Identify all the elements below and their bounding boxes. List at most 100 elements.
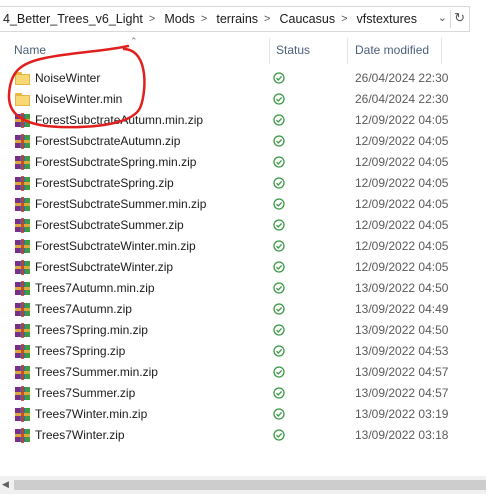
file-row[interactable]: ForestSubctrateSpring.min.zip 12/09/2022 … xyxy=(0,152,489,173)
file-name[interactable]: ForestSubctrateSummer.min.zip xyxy=(35,197,206,211)
synced-check-icon xyxy=(273,177,285,189)
file-row[interactable]: NoiseWinter 26/04/2024 22:30 xyxy=(0,68,489,89)
file-row[interactable]: ForestSubctrateSummer.min.zip 12/09/2022 … xyxy=(0,194,489,215)
zip-archive-icon xyxy=(15,134,31,149)
column-name[interactable]: Name xyxy=(14,43,46,57)
folder-icon xyxy=(15,71,31,86)
chevron-down-icon[interactable]: ⌄ xyxy=(438,11,447,24)
zip-archive-icon xyxy=(15,197,31,212)
file-row[interactable]: Trees7Spring.zip 13/09/2022 04:53 xyxy=(0,341,489,362)
synced-check-icon xyxy=(273,93,285,105)
file-name[interactable]: ForestSubctrateAutumn.min.zip xyxy=(35,113,203,127)
zip-archive-icon xyxy=(15,407,31,422)
synced-check-icon xyxy=(273,282,285,294)
file-name[interactable]: ForestSubctrateSpring.min.zip xyxy=(35,155,196,169)
file-name[interactable]: Trees7Winter.zip xyxy=(35,428,125,442)
date-modified: 12/09/2022 04:05 xyxy=(355,134,449,148)
synced-check-icon xyxy=(273,324,285,336)
column-status[interactable]: Status xyxy=(276,43,310,57)
file-name[interactable]: NoiseWinter.min xyxy=(35,92,122,106)
file-row[interactable]: Trees7Autumn.zip 13/09/2022 04:49 xyxy=(0,299,489,320)
breadcrumb-item[interactable]: vfstextures xyxy=(354,12,417,26)
zip-archive-icon xyxy=(15,281,31,296)
synced-check-icon xyxy=(273,303,285,315)
synced-check-icon xyxy=(273,72,285,84)
file-row[interactable]: ForestSubctrateWinter.zip 12/09/2022 04:0… xyxy=(0,257,489,278)
chevron-right-icon: > xyxy=(148,13,156,25)
file-name[interactable]: ForestSubctrateSummer.zip xyxy=(35,218,184,232)
zip-archive-icon xyxy=(15,155,31,170)
column-divider[interactable] xyxy=(347,38,348,64)
file-name[interactable]: Trees7Spring.min.zip xyxy=(35,323,148,337)
zip-archive-icon xyxy=(15,365,31,380)
zip-archive-icon xyxy=(15,302,31,317)
chevron-right-icon: > xyxy=(200,13,208,25)
file-row[interactable]: Trees7Summer.min.zip 13/09/2022 04:57 xyxy=(0,362,489,383)
zip-archive-icon xyxy=(15,428,31,443)
synced-check-icon xyxy=(273,387,285,399)
scrollbar-thumb[interactable] xyxy=(14,480,486,490)
synced-check-icon xyxy=(273,408,285,420)
synced-check-icon xyxy=(273,114,285,126)
column-date-modified[interactable]: Date modified xyxy=(355,43,429,57)
file-row[interactable]: ForestSubctrateSpring.zip 12/09/2022 04:0… xyxy=(0,173,489,194)
file-name[interactable]: ForestSubctrateWinter.zip xyxy=(35,260,173,274)
file-row[interactable]: ForestSubctrateSummer.zip 12/09/2022 04:0… xyxy=(0,215,489,236)
column-divider[interactable] xyxy=(269,38,270,64)
date-modified: 13/09/2022 04:50 xyxy=(355,281,449,295)
file-row[interactable]: ForestSubctrateAutumn.min.zip 12/09/2022 … xyxy=(0,110,489,131)
date-modified: 12/09/2022 04:05 xyxy=(355,113,449,127)
date-modified: 13/09/2022 04:49 xyxy=(355,302,449,316)
synced-check-icon xyxy=(273,345,285,357)
breadcrumb-item[interactable]: terrains xyxy=(213,12,258,26)
file-row[interactable]: NoiseWinter.min 26/04/2024 22:30 xyxy=(0,89,489,110)
file-name[interactable]: ForestSubctrateAutumn.zip xyxy=(35,134,180,148)
file-row[interactable]: Trees7Spring.min.zip 13/09/2022 04:50 xyxy=(0,320,489,341)
file-list: NoiseWinter 26/04/2024 22:30 NoiseWinter.m… xyxy=(0,68,489,446)
file-name[interactable]: ForestSubctrateSpring.zip xyxy=(35,176,174,190)
date-modified: 12/09/2022 04:05 xyxy=(355,197,449,211)
date-modified: 13/09/2022 04:50 xyxy=(355,323,449,337)
date-modified: 26/04/2024 22:30 xyxy=(355,71,449,85)
date-modified: 26/04/2024 22:30 xyxy=(355,92,449,106)
folder-icon xyxy=(15,92,31,107)
zip-archive-icon xyxy=(15,113,31,128)
file-name[interactable]: Trees7Spring.zip xyxy=(35,344,125,358)
file-name[interactable]: Trees7Winter.min.zip xyxy=(35,407,147,421)
breadcrumb-item[interactable]: Mods xyxy=(161,12,195,26)
date-modified: 13/09/2022 04:57 xyxy=(355,365,449,379)
scroll-left-icon[interactable]: ◀ xyxy=(2,479,9,490)
chevron-right-icon: > xyxy=(264,13,271,25)
file-row[interactable]: ForestSubctrateAutumn.zip 12/09/2022 04:0… xyxy=(0,131,489,152)
zip-archive-icon xyxy=(15,176,31,191)
file-name[interactable]: ForestSubctrateWinter.min.zip xyxy=(35,239,196,253)
zip-archive-icon xyxy=(15,344,31,359)
date-modified: 12/09/2022 04:05 xyxy=(355,260,449,274)
breadcrumb-item[interactable]: 4_Better_Trees_v6_Light xyxy=(0,12,143,26)
refresh-icon[interactable]: ↻ xyxy=(454,10,465,26)
file-name[interactable]: NoiseWinter xyxy=(35,71,100,85)
synced-check-icon xyxy=(273,366,285,378)
date-modified: 12/09/2022 04:05 xyxy=(355,155,449,169)
synced-check-icon xyxy=(273,429,285,441)
file-name[interactable]: Trees7Summer.min.zip xyxy=(35,365,158,379)
address-bar[interactable]: 4_Better_Trees_v6_Light > Mods > terrain… xyxy=(0,6,470,32)
synced-check-icon xyxy=(273,240,285,252)
synced-check-icon xyxy=(273,156,285,168)
chevron-right-icon: > xyxy=(341,13,348,25)
file-row[interactable]: Trees7Winter.zip 13/09/2022 03:18 xyxy=(0,425,489,446)
file-row[interactable]: Trees7Autumn.min.zip 13/09/2022 04:50 xyxy=(0,278,489,299)
zip-archive-icon xyxy=(15,218,31,233)
column-divider[interactable] xyxy=(441,38,442,64)
file-row[interactable]: Trees7Summer.zip 13/09/2022 04:57 xyxy=(0,383,489,404)
divider xyxy=(450,10,451,28)
file-name[interactable]: Trees7Autumn.zip xyxy=(35,302,132,316)
file-row[interactable]: Trees7Winter.min.zip 13/09/2022 03:19 xyxy=(0,404,489,425)
synced-check-icon xyxy=(273,198,285,210)
column-header: ⌃ Name Status Date modified xyxy=(0,36,489,66)
file-row[interactable]: ForestSubctrateWinter.min.zip 12/09/2022 … xyxy=(0,236,489,257)
breadcrumb-item[interactable]: Caucasus xyxy=(276,12,335,26)
file-name[interactable]: Trees7Summer.zip xyxy=(35,386,135,400)
horizontal-scrollbar[interactable]: ◀ xyxy=(0,476,486,494)
file-name[interactable]: Trees7Autumn.min.zip xyxy=(35,281,155,295)
